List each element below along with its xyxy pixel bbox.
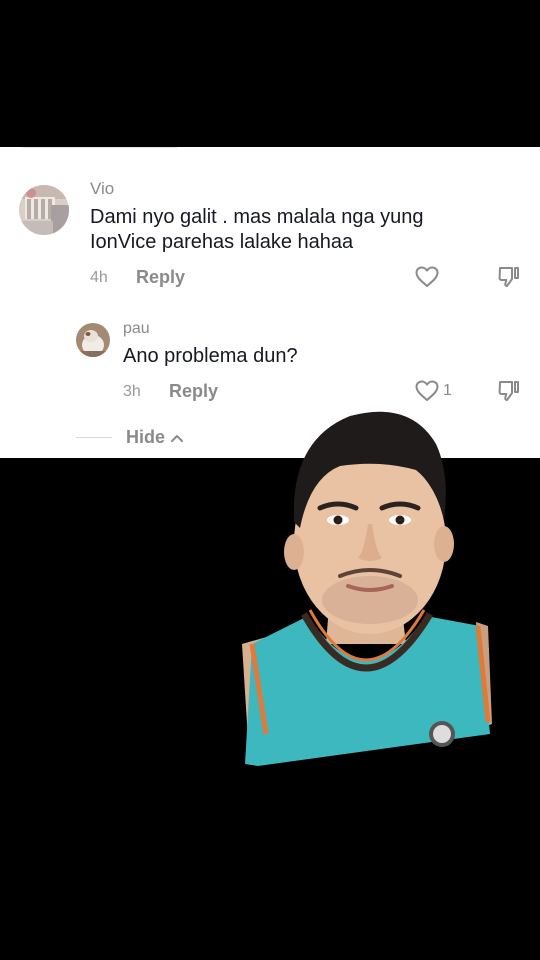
dislike-button[interactable] [497, 379, 521, 403]
comment-time: 4h [90, 269, 108, 286]
chevron-up-icon [171, 434, 184, 442]
heart-outline-icon [415, 266, 439, 287]
comment-text-line: Dami nyo galit . mas malala nga yung [90, 206, 424, 228]
thumbs-down-icon [498, 267, 519, 287]
comment-text: Dami nyo galit . mas malala nga yung Ion… [90, 205, 424, 255]
hide-label: Hide [126, 427, 166, 447]
reply-username[interactable]: pau [123, 320, 150, 338]
divider [22, 147, 177, 148]
dislike-button[interactable] [497, 265, 521, 289]
divider [76, 437, 112, 438]
comment-text-line: IonVice parehas lalake hahaa [90, 231, 354, 253]
avatar[interactable] [76, 323, 110, 357]
like-count: 1 [443, 382, 452, 399]
avatar[interactable] [19, 185, 69, 235]
like-button[interactable]: 1 [415, 380, 452, 402]
thumbs-down-icon [498, 381, 519, 401]
hide-replies-button[interactable]: Hide [76, 427, 184, 448]
reply-button[interactable]: Reply [169, 381, 218, 402]
reply-text: Ano problema dun? [123, 345, 298, 367]
reply-time: 3h [123, 383, 141, 400]
like-button[interactable] [415, 266, 439, 288]
reply-button[interactable]: Reply [136, 267, 185, 288]
person-cutout-image [230, 404, 500, 766]
comment-username[interactable]: Vio [90, 179, 114, 199]
heart-outline-icon [415, 380, 439, 401]
